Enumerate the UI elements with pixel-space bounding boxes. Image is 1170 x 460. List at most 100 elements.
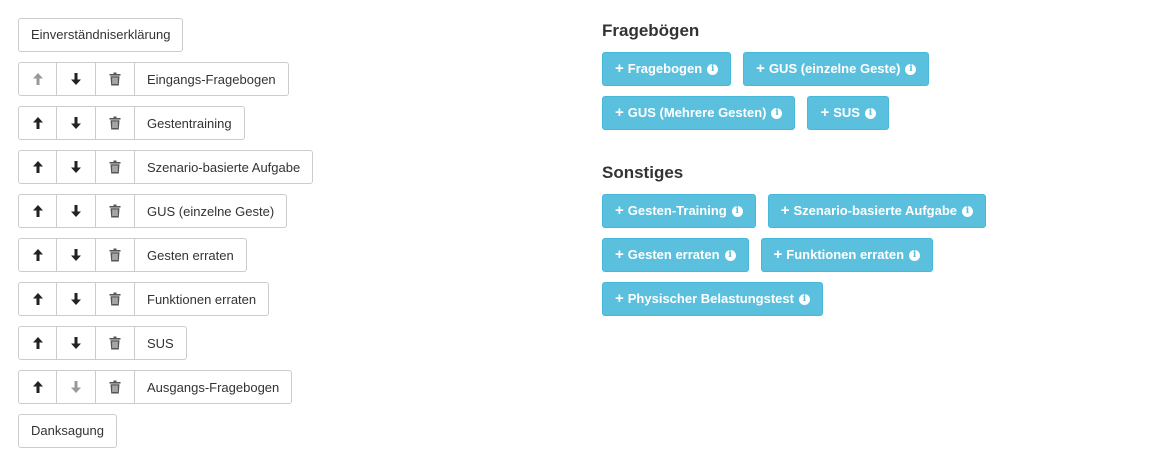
arrow-down-icon xyxy=(70,248,82,262)
add-element-button[interactable]: + Szenario-basierte Aufgabe i xyxy=(767,194,987,228)
info-icon[interactable]: i xyxy=(771,107,783,119)
step-button-group: SUS xyxy=(18,326,187,360)
step-row: Ausgangs-Fragebogen xyxy=(18,370,578,404)
move-down-button[interactable] xyxy=(57,194,96,228)
plus-icon: + xyxy=(756,60,765,77)
arrow-down-icon xyxy=(70,204,82,218)
step-row: Gesten erraten xyxy=(18,238,578,272)
button-row: + Gesten-Training i + Szenario-basierte Aufg… xyxy=(602,194,1162,228)
button-row: + Gesten erraten i + Funktionen erraten i xyxy=(602,238,1162,272)
sonstiges-buttons: + Gesten-Training i + Szenario-basierte Aufg… xyxy=(602,194,1162,316)
add-button-label: Funktionen erraten xyxy=(786,247,905,262)
add-button-label: GUS (einzelne Geste) xyxy=(768,61,901,76)
delete-button[interactable] xyxy=(96,238,135,272)
info-icon[interactable]: i xyxy=(962,205,974,217)
step-label-button[interactable]: Szenario-basierte Aufgabe xyxy=(135,150,314,184)
arrow-up-icon xyxy=(32,160,44,174)
move-up-button[interactable] xyxy=(18,194,57,228)
step-rows: Eingangs-Fragebogen Gestentraining Szenari… xyxy=(18,62,578,404)
delete-button[interactable] xyxy=(96,282,135,316)
arrow-down-icon xyxy=(70,336,82,350)
add-element-button[interactable]: + Gesten-Training i xyxy=(602,194,756,228)
delete-button[interactable] xyxy=(96,370,135,404)
move-up-button[interactable] xyxy=(18,326,57,360)
step-label-button[interactable]: Funktionen erraten xyxy=(135,282,270,316)
step-label-button[interactable]: Eingangs-Fragebogen xyxy=(135,62,289,96)
info-icon[interactable]: i xyxy=(909,249,921,261)
trash-icon xyxy=(109,248,121,262)
info-icon[interactable]: i xyxy=(798,293,810,305)
move-down-button[interactable] xyxy=(57,238,96,272)
add-element-button[interactable]: + Funktionen erraten i xyxy=(760,238,934,272)
step-button-group: Funktionen erraten xyxy=(18,282,270,316)
arrow-down-icon xyxy=(70,160,82,174)
fragebogen-buttons: + Fragebogen i + GUS (einzelne Geste) i + GUS (… xyxy=(602,52,1162,130)
arrow-up-icon xyxy=(32,72,44,86)
arrow-up-icon xyxy=(32,336,44,350)
trash-icon xyxy=(109,160,121,174)
move-down-button[interactable] xyxy=(57,62,96,96)
arrow-down-icon xyxy=(70,380,82,394)
delete-button[interactable] xyxy=(96,106,135,140)
outro-button[interactable]: Danksagung xyxy=(18,414,117,448)
add-element-button[interactable]: + Gesten erraten i xyxy=(602,238,749,272)
move-up-button[interactable] xyxy=(18,238,57,272)
move-up-button[interactable] xyxy=(18,370,57,404)
add-button-label: Fragebogen xyxy=(627,61,703,76)
add-button-label: Physischer Belastungstest xyxy=(627,291,794,306)
plus-icon: + xyxy=(615,246,624,263)
plus-icon: + xyxy=(615,290,624,307)
info-icon[interactable]: i xyxy=(724,249,736,261)
plus-icon: + xyxy=(615,60,624,77)
move-down-button[interactable] xyxy=(57,370,96,404)
button-row: + Fragebogen i + GUS (einzelne Geste) i xyxy=(602,52,1162,86)
add-element-button[interactable]: + GUS (Mehrere Gesten) i xyxy=(602,96,796,130)
intro-button[interactable]: Einverständniserklärung xyxy=(18,18,184,52)
move-down-button[interactable] xyxy=(57,150,96,184)
move-up-button[interactable] xyxy=(18,150,57,184)
add-element-button[interactable]: + SUS i xyxy=(807,96,889,130)
move-up-button[interactable] xyxy=(18,62,57,96)
add-element-button[interactable]: + Fragebogen i xyxy=(602,52,732,86)
step-label-button[interactable]: Ausgangs-Fragebogen xyxy=(135,370,293,404)
sonstiges-section-title: Sonstiges xyxy=(602,163,684,182)
move-down-button[interactable] xyxy=(57,106,96,140)
step-button-group: Gestentraining xyxy=(18,106,245,140)
move-up-button[interactable] xyxy=(18,282,57,316)
step-row: SUS xyxy=(18,326,578,360)
step-label-button[interactable]: GUS (einzelne Geste) xyxy=(135,194,288,228)
step-button-group: Eingangs-Fragebogen xyxy=(18,62,289,96)
trash-icon xyxy=(109,116,121,130)
arrow-up-icon xyxy=(32,248,44,262)
step-row: Gestentraining xyxy=(18,106,578,140)
step-label-button[interactable]: Gestentraining xyxy=(135,106,245,140)
delete-button[interactable] xyxy=(96,62,135,96)
move-up-button[interactable] xyxy=(18,106,57,140)
phase-list: Einverständniserklärung Eingangs-Fragebo… xyxy=(18,18,578,448)
arrow-down-icon xyxy=(70,292,82,306)
step-button-group: Szenario-basierte Aufgabe xyxy=(18,150,314,184)
step-button-group: Gesten erraten xyxy=(18,238,247,272)
trash-icon xyxy=(109,336,121,350)
add-button-label: Gesten erraten xyxy=(627,247,720,262)
add-button-label: GUS (Mehrere Gesten) xyxy=(627,105,767,120)
arrow-up-icon xyxy=(32,292,44,306)
info-icon[interactable]: i xyxy=(905,63,917,75)
add-element-button[interactable]: + GUS (einzelne Geste) i xyxy=(743,52,930,86)
add-element-button[interactable]: + Physischer Belastungstest i xyxy=(602,282,823,316)
plus-icon: + xyxy=(780,202,790,219)
delete-button[interactable] xyxy=(96,150,135,184)
delete-button[interactable] xyxy=(96,194,135,228)
info-icon[interactable]: i xyxy=(707,63,719,75)
add-button-label: Szenario-basierte Aufgabe xyxy=(793,203,958,218)
delete-button[interactable] xyxy=(96,326,135,360)
arrow-up-icon xyxy=(32,116,44,130)
step-row: Szenario-basierte Aufgabe xyxy=(18,150,578,184)
info-icon[interactable]: i xyxy=(864,107,876,119)
info-icon[interactable]: i xyxy=(731,205,743,217)
step-label-button[interactable]: Gesten erraten xyxy=(135,238,247,272)
add-button-label: Gesten-Training xyxy=(627,203,727,218)
step-label-button[interactable]: SUS xyxy=(135,326,187,360)
move-down-button[interactable] xyxy=(57,326,96,360)
move-down-button[interactable] xyxy=(57,282,96,316)
